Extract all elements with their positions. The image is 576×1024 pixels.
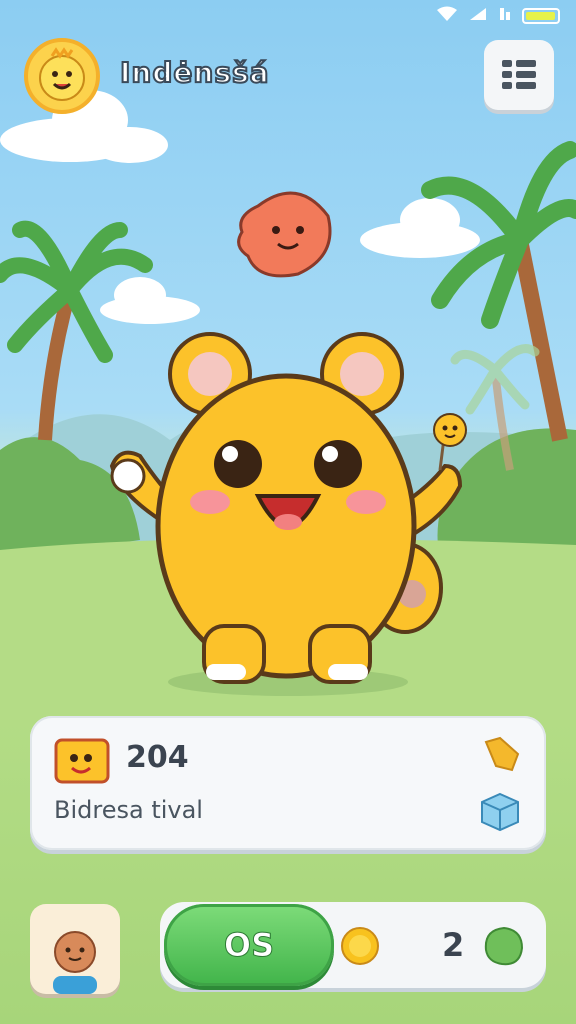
- red-blob-character[interactable]: [228, 186, 344, 282]
- action-bar: OS 2: [160, 902, 546, 988]
- signal-icon: [468, 6, 488, 26]
- game-screen: Indėnsšá 204 Bidresa tival OS 2: [0, 0, 576, 1024]
- menu-button[interactable]: [484, 40, 554, 110]
- info-card: 204 Bidresa tival: [30, 716, 546, 850]
- blue-cube-icon[interactable]: [478, 790, 522, 834]
- kid-avatar-icon: [53, 931, 97, 994]
- wifi-icon: [436, 6, 458, 26]
- sim-icon: [498, 6, 512, 26]
- player-avatar[interactable]: [24, 38, 100, 114]
- grid-menu-icon: [502, 60, 536, 89]
- profile-button[interactable]: [30, 904, 120, 994]
- mini-yellow-friend-icon[interactable]: [428, 408, 474, 472]
- smiley-sun-icon: [39, 47, 85, 101]
- yellow-bear-character[interactable]: [100, 326, 476, 696]
- page-title: Indėnsšá: [119, 55, 270, 90]
- battery-fill: [526, 12, 555, 20]
- yellow-monster-badge-icon: [54, 738, 110, 784]
- go-button[interactable]: OS: [164, 904, 334, 986]
- battery-icon: [522, 8, 560, 24]
- yellow-puzzle-icon[interactable]: [482, 734, 522, 774]
- status-bar: [436, 6, 560, 26]
- score-value: 204: [126, 740, 189, 775]
- green-leaf-icon[interactable]: [478, 920, 528, 970]
- card-subtitle: Bidresa tival: [54, 796, 203, 824]
- gold-coin-icon: [341, 927, 379, 965]
- currency-count: 2: [442, 926, 465, 964]
